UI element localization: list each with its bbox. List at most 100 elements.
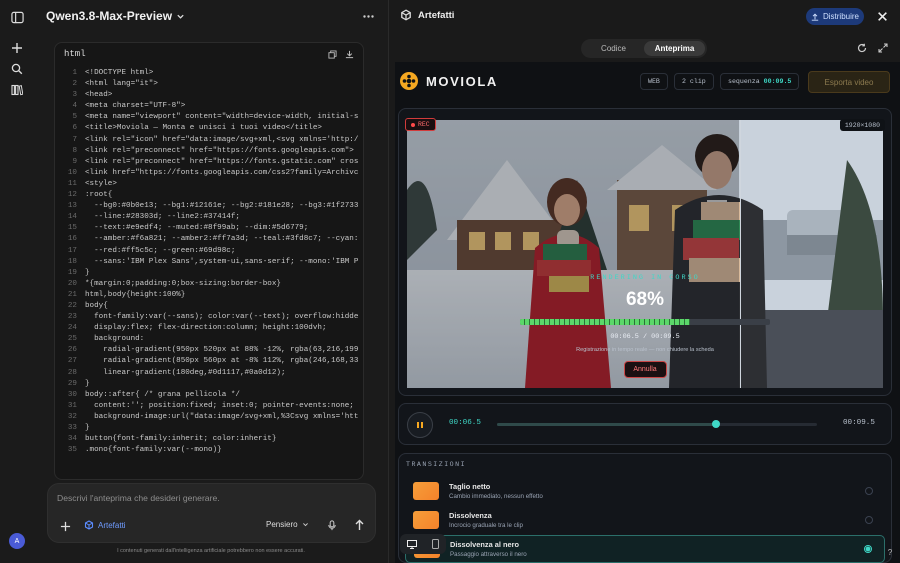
timeline-scrubber[interactable] — [497, 420, 817, 428]
cube-icon — [401, 9, 411, 21]
artifacts-toggle[interactable]: Artefatti — [84, 520, 126, 530]
transition-thumbnail — [413, 482, 439, 500]
expand-icon[interactable] — [877, 42, 889, 54]
attach-plus-icon[interactable] — [56, 517, 74, 535]
code-line: 20 *{margin:0;padding:0;box-sizing:border… — [55, 279, 363, 290]
more-options-icon[interactable] — [360, 9, 376, 23]
mobile-icon[interactable] — [431, 539, 439, 549]
line-text: background-image:url("data:image/svg+xml… — [85, 412, 359, 421]
code-line: 9 <link rel="preconnect" href="https://fo… — [55, 157, 363, 168]
refresh-icon[interactable] — [856, 42, 868, 54]
cancel-render-button[interactable]: Annulla — [623, 361, 667, 378]
code-line: 13 --bg0:#0b0e13; --bg1:#12161e; --bg2:#… — [55, 201, 363, 212]
mode-dropdown[interactable]: Pensiero — [266, 520, 309, 529]
render-percent: 68% — [625, 289, 665, 310]
line-number: 3 — [72, 91, 77, 100]
transition-desc: Passaggio attraverso il nero — [450, 551, 527, 558]
line-number: 33 — [67, 424, 77, 432]
transition-radio-selected[interactable] — [864, 545, 872, 553]
close-icon[interactable] — [875, 9, 889, 23]
artifact-title: Artefatti — [418, 9, 455, 21]
code-line: 29} — [55, 379, 363, 390]
prompt-input[interactable]: Descrivi l'anteprima che desideri genera… — [57, 493, 220, 503]
download-icon[interactable] — [345, 50, 354, 59]
transition-radio[interactable] — [865, 487, 873, 495]
playback-bar: 00:06.5 00:09.5 — [398, 403, 892, 445]
sidebar-toggle-icon[interactable] — [8, 8, 26, 26]
line-text: <link rel="preconnect" href="https://fon… — [85, 157, 359, 166]
transition-option-cut[interactable]: Taglio netto Cambio immediato, nessun eff… — [405, 477, 885, 505]
line-text: <meta name="viewport" content="width=dev… — [85, 113, 359, 122]
line-text: --bg0:#0b0e13; --bg1:#12161e; --bg2:#181… — [85, 202, 359, 211]
line-text: display:flex; flex-direction:column; hei… — [85, 324, 327, 333]
line-text: --text:#e9edf4; --muted:#8f99ab; --dim:#… — [85, 224, 309, 233]
line-text: font-family:var(--sans); color:var(--tex… — [85, 313, 359, 322]
line-number: 8 — [72, 146, 77, 155]
search-icon[interactable] — [8, 60, 26, 78]
line-number: 30 — [67, 390, 77, 399]
code-line: 14 --line:#28303d; --line2:#37414f; — [55, 212, 363, 223]
line-text: <style> — [85, 179, 117, 188]
reel-logo-icon — [400, 72, 418, 90]
code-line: 33} — [55, 423, 363, 434]
line-text: radial-gradient(850px 560px at -8% 112%,… — [85, 357, 359, 366]
code-line: 16 --amber:#f6a821; --amber2:#ff7a3d; --… — [55, 234, 363, 245]
pause-icon — [417, 422, 423, 428]
code-line: 24 display:flex; flex-direction:column; … — [55, 323, 363, 334]
code-line: 2 <html lang="it"> — [55, 79, 363, 90]
avatar[interactable]: A — [9, 533, 25, 549]
artifact-header: Artefatti — [400, 9, 454, 21]
disclaimer: I contenuti generati dall'intelligenza a… — [117, 548, 305, 554]
line-number: 16 — [67, 235, 77, 244]
export-button[interactable]: Esporta video — [808, 71, 890, 93]
total-time: 00:09.5 — [843, 419, 875, 427]
line-text: :root{ — [85, 191, 113, 200]
pause-button[interactable] — [407, 412, 433, 438]
new-chat-icon[interactable] — [8, 39, 26, 57]
line-number: 31 — [67, 401, 77, 410]
code-block: html 1 <!DOCTYPE html> 2 <html lang="it"> 3 <… — [54, 42, 364, 480]
share-button[interactable]: Distribuire — [806, 8, 864, 25]
desktop-icon[interactable] — [407, 539, 418, 549]
code-line: 26 radial-gradient(950px 520px at 88% -1… — [55, 345, 363, 356]
help-icon[interactable]: ? — [884, 546, 896, 558]
copy-icon[interactable] — [328, 49, 337, 59]
timeline-handle[interactable] — [711, 420, 720, 428]
line-number: 27 — [67, 357, 77, 366]
code-line: 21 html,body{height:100%} — [55, 290, 363, 301]
line-number: 6 — [72, 124, 77, 133]
line-text: .mono{font-family:var(--mono)} — [85, 446, 222, 455]
tab-code[interactable]: Codice — [583, 41, 644, 56]
tab-preview[interactable]: Anteprima — [644, 41, 705, 56]
code-line: 7 <link rel="icon" href="data:image/svg+x… — [55, 135, 363, 146]
line-text: --line:#28303d; --line2:#37414f; — [85, 213, 240, 222]
transition-option-dissolve[interactable]: Dissolvenza Incrocio graduale tra le clip — [405, 506, 885, 534]
brand-name: MOVIOLA — [426, 74, 498, 89]
render-note: Registrazione in tempo reale — non chiud… — [576, 347, 714, 353]
code-line: 10 <link href="https://fonts.googleapis.c… — [55, 168, 363, 179]
line-text: <link rel="preconnect" href="https://fon… — [85, 146, 354, 155]
cancel-render-label: Annulla — [633, 366, 657, 373]
line-number: 7 — [72, 135, 77, 144]
render-overlay: RENDERING IN CORSO 68% 00:06.5 / 00:09.5… — [519, 274, 771, 378]
model-selector[interactable]: Qwen3.8-Max-Preview — [46, 9, 185, 23]
mode-label: Pensiero — [266, 520, 298, 529]
line-text: body{ — [85, 301, 108, 310]
left-rail: A — [0, 0, 34, 563]
transition-option-fade-black[interactable]: Dissolvenza al nero Passaggio attraverso … — [405, 535, 885, 563]
microphone-icon[interactable] — [324, 517, 340, 533]
line-number: 21 — [67, 290, 77, 299]
sequence-label: sequenza — [728, 78, 760, 85]
line-number: 1 — [72, 69, 77, 77]
code-line: 17 --red:#ff5c5c; --green:#69d98c; — [55, 246, 363, 257]
send-button[interactable] — [350, 516, 368, 534]
line-number: 25 — [67, 335, 77, 344]
line-number: 13 — [67, 202, 77, 211]
code-line: 30 body::after{ /* grana pellicola */ — [55, 390, 363, 401]
code-line: 34 button{font-family:inherit; color:inhe… — [55, 434, 363, 445]
transition-desc: Incrocio graduale tra le clip — [449, 522, 523, 529]
transition-radio[interactable] — [865, 516, 873, 524]
timeline-fill — [497, 423, 716, 426]
library-icon[interactable] — [8, 81, 26, 99]
line-text: } — [85, 379, 90, 388]
